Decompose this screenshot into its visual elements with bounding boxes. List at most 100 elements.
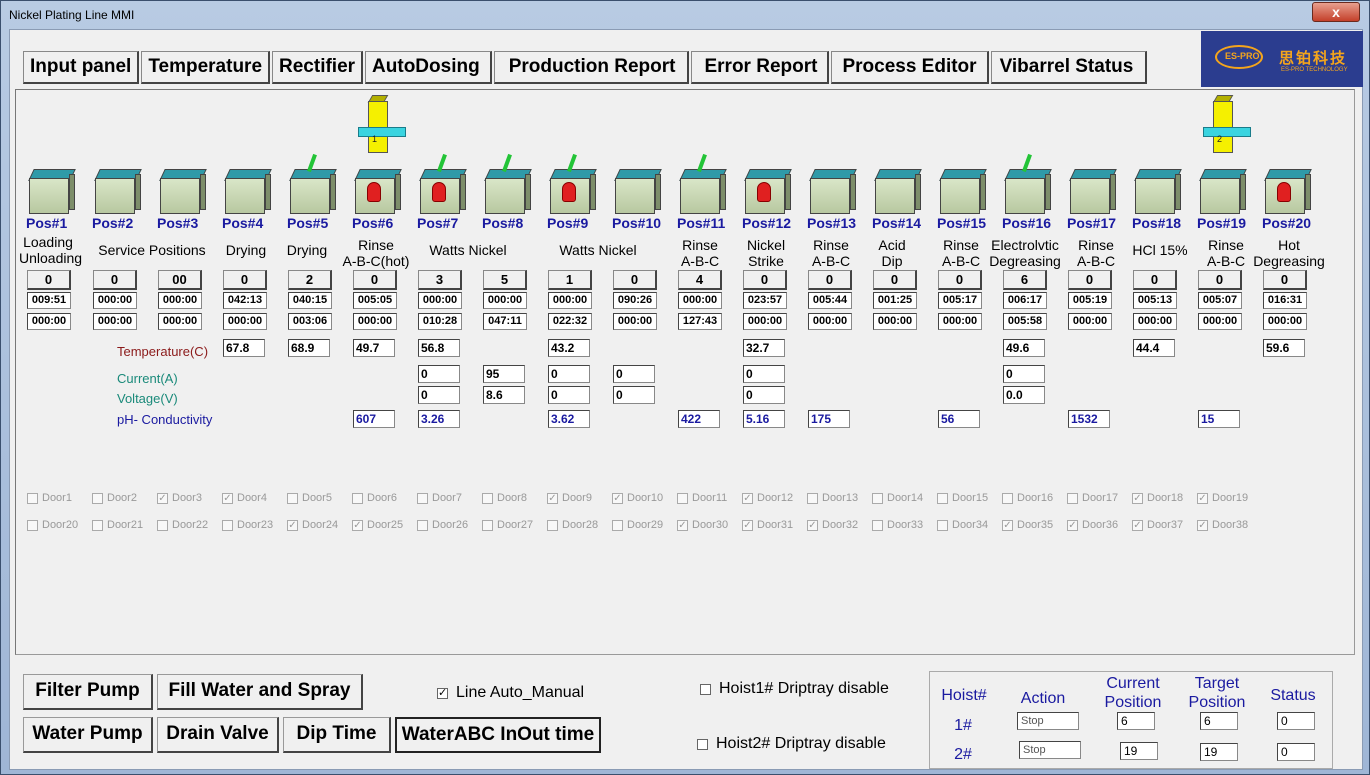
door-checkbox[interactable]: Door14 <box>872 492 923 504</box>
door-checkbox[interactable]: Door16 <box>1002 492 1053 504</box>
door-checkbox[interactable]: Door34 <box>937 519 988 531</box>
door-checkbox[interactable]: ✓ Door18 <box>1132 492 1183 504</box>
door-checkbox[interactable]: Door1 <box>27 492 72 504</box>
position-count-button[interactable]: 3 <box>418 270 462 290</box>
tab-rectifier[interactable]: Rectifier <box>272 51 364 84</box>
door-checkbox[interactable]: Door6 <box>352 492 397 504</box>
position-count-button[interactable]: 0 <box>353 270 397 290</box>
position-count-button[interactable]: 0 <box>223 270 267 290</box>
water-pump-button[interactable]: Water Pump <box>23 717 153 753</box>
hoist-2-current-position[interactable]: 19 <box>1120 742 1158 760</box>
position-count-button[interactable]: 00 <box>158 270 202 290</box>
tab-error-report[interactable]: Error Report <box>691 51 830 84</box>
fill-water-spray-button[interactable]: Fill Water and Spray <box>157 674 363 710</box>
close-button[interactable]: x <box>1312 2 1360 22</box>
door-checkbox[interactable]: ✓ Door12 <box>742 492 793 504</box>
position-count-button[interactable]: 0 <box>938 270 982 290</box>
door-checkbox[interactable]: Door5 <box>287 492 332 504</box>
tank-9-icon[interactable] <box>548 153 598 214</box>
door-checkbox[interactable]: Door28 <box>547 519 598 531</box>
waterabc-inout-time-button[interactable]: WaterABC InOut time <box>395 717 601 753</box>
hoist2-driptray-checkbox[interactable]: Hoist2# Driptray disable <box>697 735 886 753</box>
tab-production-report[interactable]: Production Report <box>493 51 690 84</box>
tank-18-icon[interactable] <box>1133 166 1183 214</box>
position-count-button[interactable]: 5 <box>483 270 527 290</box>
tank-12-icon[interactable] <box>743 166 793 214</box>
position-count-button[interactable]: 0 <box>1263 270 1307 290</box>
tank-19-icon[interactable] <box>1198 166 1248 214</box>
position-count-button[interactable]: 0 <box>27 270 71 290</box>
tab-process-editor[interactable]: Process Editor <box>831 51 989 84</box>
door-checkbox[interactable]: Door11 <box>677 492 727 504</box>
position-count-button[interactable]: 0 <box>743 270 787 290</box>
position-count-button[interactable]: 0 <box>873 270 917 290</box>
tab-vibarrel-status[interactable]: Vibarrel Status <box>990 51 1148 84</box>
door-checkbox[interactable]: ✓ Door35 <box>1002 519 1053 531</box>
line-auto-manual-checkbox[interactable]: ✓ Line Auto_Manual <box>437 684 584 702</box>
position-count-button[interactable]: 2 <box>288 270 332 290</box>
tank-10-icon[interactable] <box>613 166 663 214</box>
door-checkbox[interactable]: ✓ Door31 <box>742 519 793 531</box>
position-count-button[interactable]: 0 <box>1133 270 1177 290</box>
door-checkbox[interactable]: ✓ Door4 <box>222 492 267 504</box>
dip-time-button[interactable]: Dip Time <box>283 717 391 753</box>
tank-17-icon[interactable] <box>1068 166 1118 214</box>
door-checkbox[interactable]: ✓ Door37 <box>1132 519 1183 531</box>
door-checkbox[interactable]: Door17 <box>1067 492 1118 504</box>
filter-pump-button[interactable]: Filter Pump <box>23 674 153 710</box>
tank-4-icon[interactable] <box>223 166 273 214</box>
door-checkbox[interactable]: Door8 <box>482 492 527 504</box>
door-checkbox[interactable]: Door26 <box>417 519 468 531</box>
door-checkbox[interactable]: Door7 <box>417 492 462 504</box>
tab-input-panel[interactable]: Input panel <box>23 51 140 84</box>
hoist-2-target-position[interactable]: 19 <box>1200 743 1238 761</box>
position-count-button[interactable]: 0 <box>613 270 657 290</box>
hoist1-driptray-checkbox[interactable]: Hoist1# Driptray disable <box>700 680 889 698</box>
door-checkbox[interactable]: Door22 <box>157 519 208 531</box>
door-checkbox[interactable]: Door21 <box>92 519 143 531</box>
door-checkbox[interactable]: Door23 <box>222 519 273 531</box>
door-checkbox[interactable]: ✓ Door24 <box>287 519 338 531</box>
door-checkbox[interactable]: ✓ Door32 <box>807 519 858 531</box>
tank-14-icon[interactable] <box>873 166 923 214</box>
position-count-button[interactable]: 1 <box>548 270 592 290</box>
door-checkbox[interactable]: ✓ Door9 <box>547 492 592 504</box>
door-checkbox[interactable]: Door20 <box>27 519 78 531</box>
tank-2-icon[interactable] <box>93 166 143 214</box>
tank-13-icon[interactable] <box>808 166 858 214</box>
tank-1-icon[interactable] <box>27 166 77 214</box>
door-checkbox[interactable]: ✓ Door19 <box>1197 492 1248 504</box>
tank-6-icon[interactable] <box>353 166 403 214</box>
tank-8-icon[interactable] <box>483 153 533 214</box>
door-checkbox[interactable]: Door33 <box>872 519 923 531</box>
door-checkbox[interactable]: ✓ Door38 <box>1197 519 1248 531</box>
position-count-button[interactable]: 0 <box>93 270 137 290</box>
position-count-button[interactable]: 0 <box>808 270 852 290</box>
door-checkbox[interactable]: Door15 <box>937 492 988 504</box>
position-count-button[interactable]: 0 <box>1198 270 1242 290</box>
door-checkbox[interactable]: Door29 <box>612 519 663 531</box>
door-checkbox[interactable]: ✓ Door36 <box>1067 519 1118 531</box>
door-checkbox[interactable]: Door2 <box>92 492 137 504</box>
door-checkbox[interactable]: ✓ Door10 <box>612 492 663 504</box>
tab-temperature[interactable]: Temperature <box>141 51 271 84</box>
door-checkbox[interactable]: ✓ Door25 <box>352 519 403 531</box>
position-count-button[interactable]: 0 <box>1068 270 1112 290</box>
tank-20-icon[interactable] <box>1263 166 1313 214</box>
tab-autodosing[interactable]: AutoDosing <box>365 51 492 84</box>
door-checkbox[interactable]: ✓ Door30 <box>677 519 728 531</box>
tank-3-icon[interactable] <box>158 166 208 214</box>
door-checkbox[interactable]: Door27 <box>482 519 533 531</box>
drain-valve-button[interactable]: Drain Valve <box>157 717 279 753</box>
tank-11-icon[interactable] <box>678 153 728 214</box>
tank-5-icon[interactable] <box>288 153 338 214</box>
hoist-1-target-position[interactable]: 6 <box>1200 712 1238 730</box>
position-count-button[interactable]: 6 <box>1003 270 1047 290</box>
position-count-button[interactable]: 4 <box>678 270 722 290</box>
tank-15-icon[interactable] <box>938 166 988 214</box>
tank-7-icon[interactable] <box>418 153 468 214</box>
tank-16-icon[interactable] <box>1003 153 1053 214</box>
door-checkbox[interactable]: Door13 <box>807 492 858 504</box>
hoist-1-current-position[interactable]: 6 <box>1117 712 1155 730</box>
door-checkbox[interactable]: ✓ Door3 <box>157 492 202 504</box>
